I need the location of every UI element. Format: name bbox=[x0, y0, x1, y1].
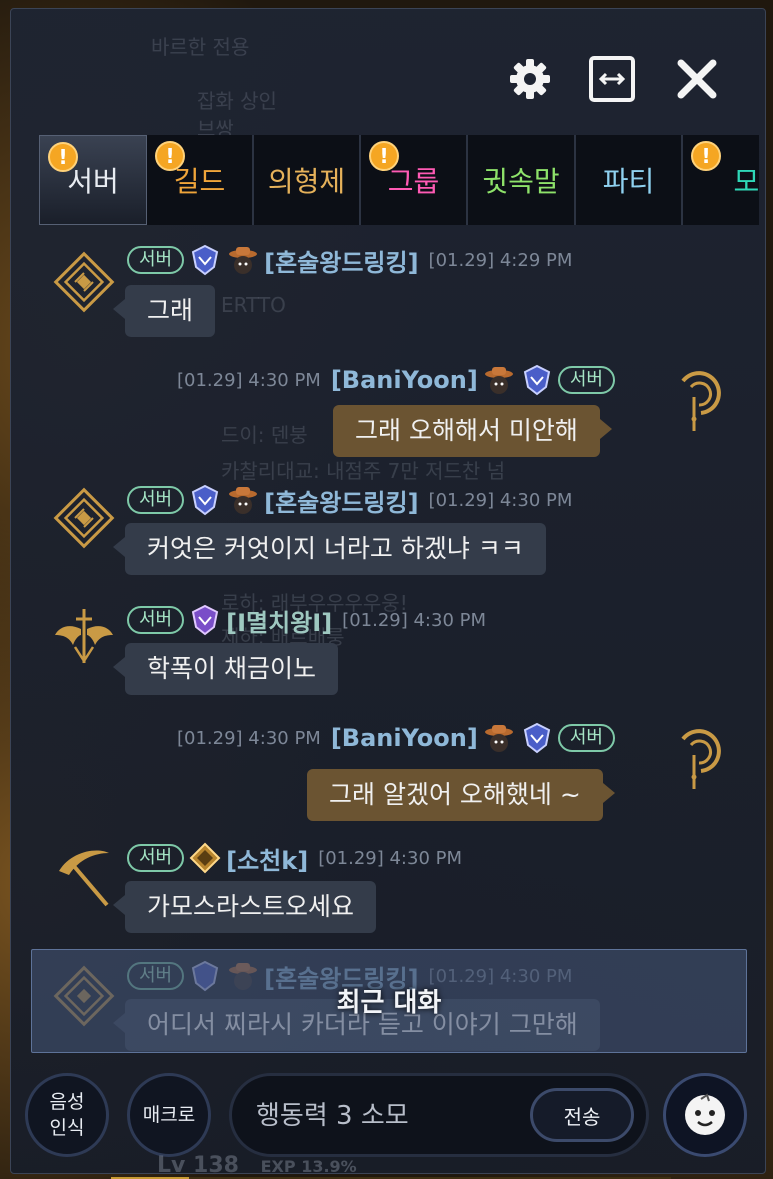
channel-chip: 서버 bbox=[127, 844, 185, 872]
chat-input-bar: 음성 인식 매크로 전송 bbox=[11, 1067, 767, 1167]
message-time: [01.29] 4:30 PM bbox=[428, 489, 573, 511]
message-time: [01.29] 4:30 PM bbox=[177, 727, 321, 749]
message-header: 서버 [소천k] [01.29] 4:30 PM bbox=[127, 841, 462, 875]
ghost-text: 드이: 덴붕 bbox=[221, 423, 308, 447]
voice-input-button[interactable]: 음성 인식 bbox=[25, 1073, 109, 1157]
alert-badge: ! bbox=[369, 141, 399, 171]
exp-text: EXP 13.9% bbox=[260, 1157, 357, 1176]
tab-whisper[interactable]: 귓속말 bbox=[468, 135, 576, 225]
message-input[interactable] bbox=[256, 1092, 526, 1140]
message-header: [01.29] 4:30 PM [BaniYoon] 서버 bbox=[177, 363, 615, 397]
sender-name[interactable]: [소천k] bbox=[226, 841, 308, 876]
sender-name[interactable]: [BaniYoon] bbox=[331, 724, 478, 752]
rank-crest-icon bbox=[188, 483, 222, 517]
alert-badge: ! bbox=[155, 141, 185, 171]
scythe-emblem-icon[interactable] bbox=[51, 845, 117, 911]
level-text: Lv 138 bbox=[157, 1153, 239, 1178]
tab-label: 파티 bbox=[602, 165, 655, 198]
send-button[interactable]: 전송 bbox=[530, 1088, 634, 1142]
cowboy-pet-icon bbox=[226, 483, 260, 517]
recent-conversation-label: 최근 대화 bbox=[336, 988, 442, 1018]
message-bubble: 그래 bbox=[112, 285, 216, 337]
sender-name[interactable]: [혼술왕드링킹] bbox=[264, 483, 418, 518]
tab-server[interactable]: ! 서버 bbox=[39, 135, 147, 225]
message-header: 서버 [혼술왕드링킹] [01.29] 4:30 PM bbox=[127, 483, 572, 517]
sender-name[interactable]: [I멸치왕I] bbox=[226, 603, 332, 638]
chat-input-field: 전송 bbox=[229, 1073, 649, 1157]
message-time: [01.29] 4:30 PM bbox=[318, 847, 463, 869]
tab-brotherhood[interactable]: 의형제 bbox=[254, 135, 361, 225]
message-bubble: 그래 오해해서 미안해 bbox=[333, 405, 612, 457]
tab-label: 의형제 bbox=[267, 165, 346, 198]
ghost-text: 카찰리대교: 내점주 7만 저드찬 넘 bbox=[221, 459, 506, 483]
class-emblem-icon[interactable] bbox=[661, 727, 727, 793]
guild-emblem-icon[interactable] bbox=[51, 485, 117, 551]
message-header: [01.29] 4:30 PM [BaniYoon] 서버 bbox=[177, 721, 615, 755]
tab-party[interactable]: 파티 bbox=[576, 135, 683, 225]
message-header: 서버 [혼술왕드링킹] [01.29] 4:29 PM bbox=[127, 243, 572, 277]
rank-crest-icon bbox=[188, 243, 222, 277]
tab-label: 귓속말 bbox=[482, 165, 560, 198]
channel-chip: 서버 bbox=[557, 366, 615, 394]
ghost-text: 바르한 전용 bbox=[151, 35, 250, 59]
recent-conversation-button[interactable]: 최근 대화 bbox=[31, 949, 747, 1053]
tab-label: 그룹 bbox=[387, 165, 440, 198]
message-bubble: 커엇은 커엇이지 너라고 하겠냐 ㅋㅋ bbox=[113, 523, 546, 575]
expand-icon[interactable] bbox=[587, 54, 637, 104]
message-header: 서버 [I멸치왕I] [01.29] 4:30 PM bbox=[127, 603, 486, 637]
chat-panel: 바르한 전용 잡화 상인 브쌍 ERTTO 드이: 덴붕 카찰리대교: 내점주 … bbox=[10, 8, 767, 1179]
channel-chip: 서버 bbox=[127, 486, 185, 514]
channel-chip: 서버 bbox=[127, 606, 185, 634]
tab-recruit[interactable]: ! 모집 bbox=[683, 135, 759, 225]
alert-badge: ! bbox=[691, 141, 721, 171]
chat-tabs: ! 서버 ! 길드 의형제 ! 그룹 귓속말 파티 ! 모집 bbox=[39, 135, 759, 225]
message-time: [01.29] 4:30 PM bbox=[342, 609, 486, 631]
tab-group[interactable]: ! 그룹 bbox=[361, 135, 468, 225]
gear-icon[interactable] bbox=[505, 54, 555, 104]
close-icon[interactable] bbox=[672, 54, 722, 104]
macro-button[interactable]: 매크로 bbox=[127, 1073, 211, 1157]
winged-sword-emblem-icon[interactable] bbox=[51, 605, 117, 671]
emoji-button[interactable] bbox=[663, 1073, 747, 1157]
class-emblem-icon[interactable] bbox=[661, 369, 727, 435]
message-bubble: 그래 알겠어 오해했네 ~ bbox=[307, 769, 615, 821]
rank-crest-icon bbox=[188, 603, 222, 637]
sender-name[interactable]: [BaniYoon] bbox=[331, 366, 478, 394]
channel-chip: 서버 bbox=[557, 724, 615, 752]
rank-crest-icon bbox=[188, 841, 222, 875]
chat-toolbar bbox=[505, 49, 765, 109]
tab-label: 모집 bbox=[733, 165, 759, 198]
emoji-face-icon bbox=[685, 1093, 725, 1135]
rank-crest-icon bbox=[520, 721, 554, 755]
channel-chip: 서버 bbox=[127, 246, 185, 274]
message-time: [01.29] 4:29 PM bbox=[428, 249, 573, 271]
ghost-text: 잡화 상인 bbox=[197, 89, 277, 113]
level-display: Lv 138 EXP 13.9% bbox=[157, 1153, 717, 1178]
tab-label: 길드 bbox=[173, 165, 226, 198]
alert-badge: ! bbox=[48, 142, 78, 172]
rank-crest-icon bbox=[520, 363, 554, 397]
cowboy-pet-icon bbox=[226, 243, 260, 277]
cowboy-pet-icon bbox=[482, 721, 516, 755]
tab-guild[interactable]: ! 길드 bbox=[147, 135, 254, 225]
message-bubble: 학폭이 채금이노 bbox=[113, 643, 338, 695]
sender-name[interactable]: [혼술왕드링킹] bbox=[264, 243, 418, 278]
guild-emblem-icon[interactable] bbox=[51, 249, 117, 315]
message-bubble: 가모스라스트오세요 bbox=[112, 881, 377, 933]
ghost-text: ERTTO bbox=[221, 293, 286, 317]
message-time: [01.29] 4:30 PM bbox=[177, 369, 321, 391]
cowboy-pet-icon bbox=[482, 363, 516, 397]
